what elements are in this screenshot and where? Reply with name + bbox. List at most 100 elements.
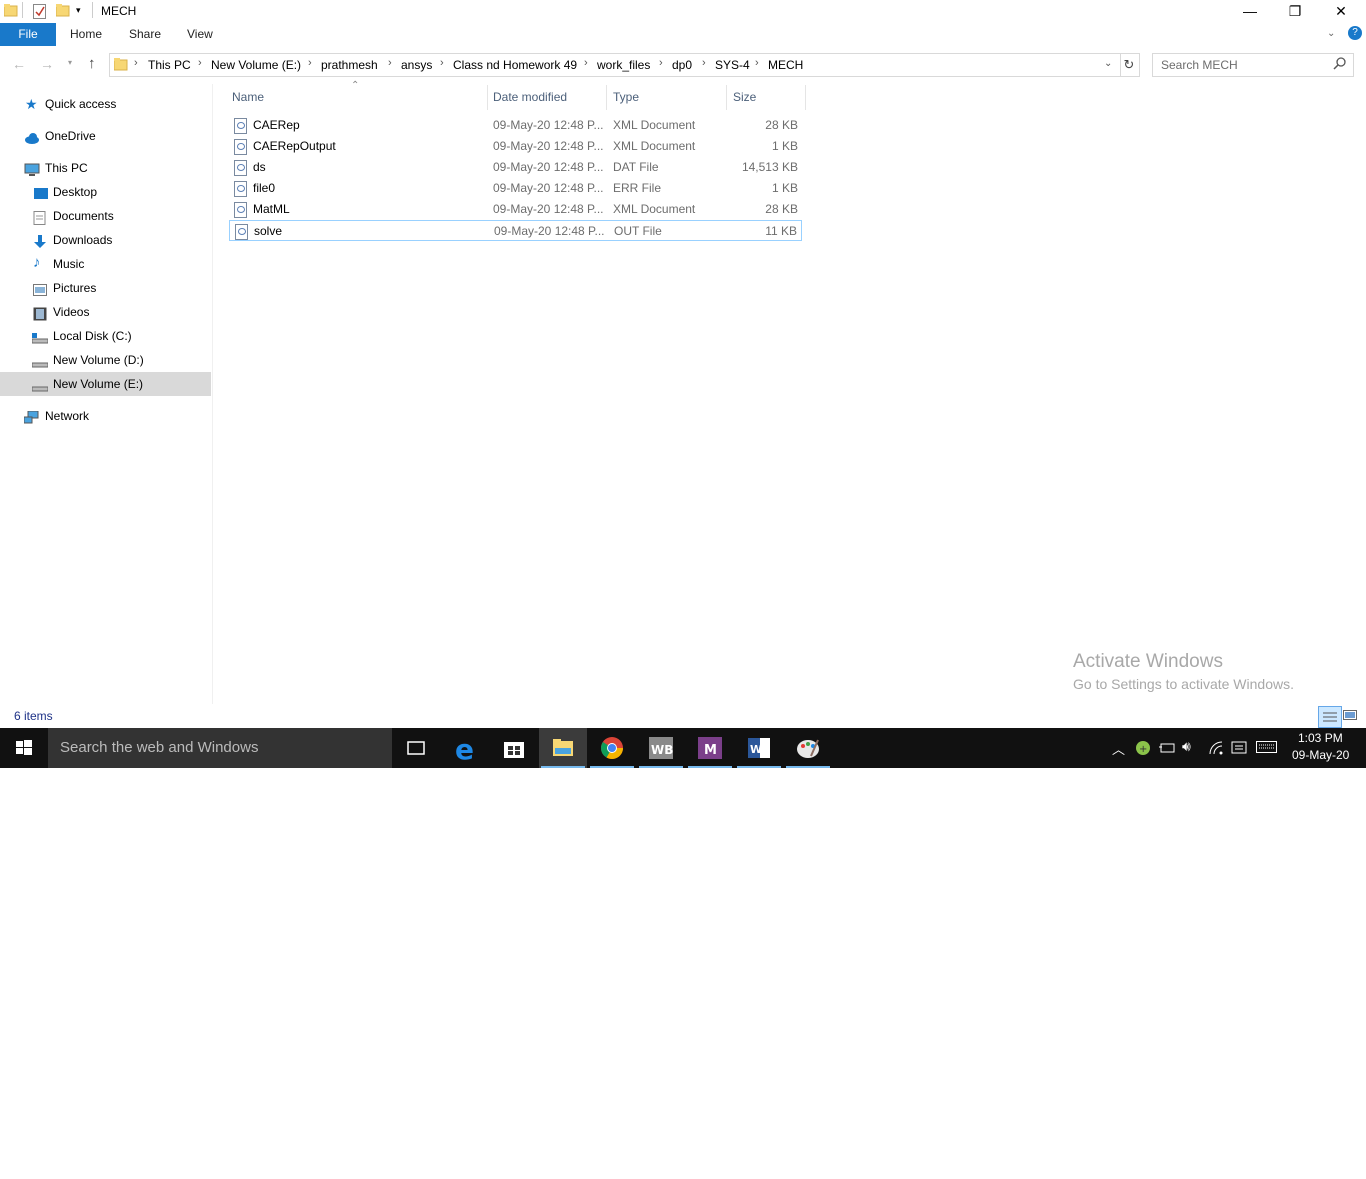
file-icon: [234, 181, 247, 197]
chevron-right-icon[interactable]: ›: [755, 57, 759, 69]
breadcrumb-sys-4[interactable]: SYS-4: [715, 58, 750, 72]
column-header-name[interactable]: Name: [232, 88, 264, 108]
network-icon: [23, 409, 39, 424]
tab-view[interactable]: View: [187, 23, 213, 46]
customize-quick-access-icon[interactable]: ▾: [76, 5, 81, 16]
wifi-icon[interactable]: [1208, 740, 1226, 759]
breadcrumb-work-files[interactable]: work_files: [597, 58, 650, 72]
column-separator[interactable]: [726, 85, 727, 110]
file-type: XML Document: [613, 202, 696, 216]
file-row[interactable]: ds 09-May-20 12:48 P... DAT File 14,513 …: [229, 157, 802, 177]
edge-icon[interactable]: e: [442, 728, 490, 768]
word-icon[interactable]: W: [735, 728, 783, 768]
file-name: ds: [253, 160, 266, 174]
column-separator[interactable]: [606, 85, 607, 110]
keyboard-icon[interactable]: [1256, 740, 1278, 757]
file-icon: [235, 224, 248, 240]
column-header-type[interactable]: Type: [613, 88, 639, 108]
chrome-icon[interactable]: [588, 728, 636, 768]
breadcrumb-class-homework[interactable]: Class nd Homework 49: [453, 58, 577, 72]
details-view-icon[interactable]: [1318, 706, 1342, 728]
battery-plug-icon[interactable]: [1158, 740, 1176, 759]
file-row[interactable]: MatML 09-May-20 12:48 P... XML Document …: [229, 199, 802, 219]
properties-icon[interactable]: [33, 3, 47, 22]
breadcrumb-new-volume-e[interactable]: New Volume (E:): [211, 58, 301, 72]
chevron-right-icon[interactable]: ›: [659, 57, 663, 69]
film-icon: [33, 305, 47, 321]
tab-file[interactable]: File: [0, 23, 56, 46]
drive-icon: [31, 377, 49, 392]
tab-share[interactable]: Share: [129, 23, 161, 46]
recent-locations-icon[interactable]: ▾: [68, 58, 72, 67]
minimize-button[interactable]: —: [1227, 0, 1273, 22]
file-type: ERR File: [613, 181, 662, 195]
sidebar-item-local-disk-c[interactable]: Local Disk (C:): [0, 324, 211, 348]
file-row[interactable]: CAERepOutput 09-May-20 12:48 P... XML Do…: [229, 136, 802, 156]
sidebar-item-network[interactable]: Network: [0, 404, 211, 428]
chevron-right-icon[interactable]: ›: [388, 57, 392, 69]
clock-date[interactable]: 09-May-20: [1292, 748, 1349, 762]
chevron-right-icon[interactable]: ›: [440, 57, 444, 69]
workbench-icon[interactable]: WB: [637, 728, 685, 768]
chevron-right-icon[interactable]: ›: [134, 57, 138, 69]
breadcrumb-this-pc[interactable]: This PC: [148, 58, 191, 72]
search-input[interactable]: Search MECH: [1152, 53, 1354, 77]
restore-button[interactable]: ❐: [1272, 0, 1318, 22]
chevron-right-icon[interactable]: ›: [198, 57, 202, 69]
file-explorer-icon[interactable]: [539, 728, 587, 768]
onenote-icon[interactable]: M: [686, 728, 734, 768]
address-bar[interactable]: › This PC › New Volume (E:) › prathmesh …: [109, 53, 1121, 77]
sidebar-item-new-volume-d[interactable]: New Volume (D:): [0, 348, 211, 372]
activation-watermark-subtitle: Go to Settings to activate Windows.: [1073, 676, 1294, 692]
sidebar-item-new-volume-e[interactable]: New Volume (E:): [0, 372, 211, 396]
file-row[interactable]: file0 09-May-20 12:48 P... ERR File 1 KB: [229, 178, 802, 198]
chevron-down-icon[interactable]: ⌄: [1104, 58, 1112, 69]
breadcrumb-prathmesh[interactable]: prathmesh: [321, 58, 378, 72]
clock-time[interactable]: 1:03 PM: [1298, 731, 1343, 745]
tray-app-icon[interactable]: +: [1135, 740, 1151, 759]
help-icon[interactable]: ?: [1348, 26, 1362, 40]
search-icon[interactable]: [1333, 56, 1347, 73]
taskbar-search-input[interactable]: Search the web and Windows: [48, 728, 392, 768]
sidebar-item-this-pc[interactable]: This PC: [0, 156, 211, 180]
forward-arrow-icon[interactable]: →: [40, 56, 54, 72]
drive-icon: [31, 353, 49, 368]
file-row[interactable]: CAERep 09-May-20 12:48 P... XML Document…: [229, 115, 802, 135]
volume-icon[interactable]: 🔊︎: [1182, 738, 1191, 755]
large-icons-view-icon[interactable]: [1343, 708, 1357, 722]
column-header-date-modified[interactable]: Date modified: [493, 88, 567, 108]
show-hidden-icons-icon[interactable]: ︿: [1112, 739, 1125, 758]
breadcrumb-mech[interactable]: MECH: [768, 58, 803, 72]
column-header-size[interactable]: Size: [733, 88, 756, 108]
new-folder-icon[interactable]: [55, 3, 70, 20]
pane-divider[interactable]: [212, 84, 213, 704]
sidebar-item-pictures[interactable]: Pictures: [0, 276, 211, 300]
sidebar-item-videos[interactable]: Videos: [0, 300, 211, 324]
breadcrumb-ansys[interactable]: ansys: [401, 58, 432, 72]
back-arrow-icon[interactable]: ←: [12, 56, 26, 72]
sidebar-item-desktop[interactable]: Desktop: [0, 180, 211, 204]
chevron-right-icon[interactable]: ›: [702, 57, 706, 69]
breadcrumb-dp0[interactable]: dp0: [672, 58, 692, 72]
sidebar-item-downloads[interactable]: Downloads: [0, 228, 211, 252]
sidebar-item-onedrive[interactable]: OneDrive: [0, 124, 211, 148]
refresh-icon[interactable]: ↻: [1119, 53, 1140, 77]
chevron-right-icon[interactable]: ›: [308, 57, 312, 69]
sidebar-item-music[interactable]: ♪ Music: [0, 252, 211, 276]
close-button[interactable]: ✕: [1318, 0, 1364, 22]
task-view-icon[interactable]: [392, 728, 440, 768]
sidebar-item-label: OneDrive: [45, 129, 96, 143]
file-row-selected[interactable]: solve 09-May-20 12:48 P... OUT File 11 K…: [229, 220, 802, 241]
store-icon[interactable]: [490, 728, 538, 768]
action-center-icon[interactable]: [1231, 740, 1247, 759]
sidebar-item-quick-access[interactable]: ★ Quick access: [0, 92, 211, 116]
sidebar-item-documents[interactable]: Documents: [0, 204, 211, 228]
tab-home[interactable]: Home: [70, 23, 102, 46]
windows-start-icon[interactable]: [0, 728, 48, 768]
up-arrow-icon[interactable]: ↑: [88, 55, 96, 72]
column-separator[interactable]: [805, 85, 806, 110]
expand-ribbon-icon[interactable]: ⌄: [1327, 28, 1335, 39]
column-separator[interactable]: [487, 85, 488, 110]
paint-icon[interactable]: [784, 728, 832, 768]
chevron-right-icon[interactable]: ›: [584, 57, 588, 69]
